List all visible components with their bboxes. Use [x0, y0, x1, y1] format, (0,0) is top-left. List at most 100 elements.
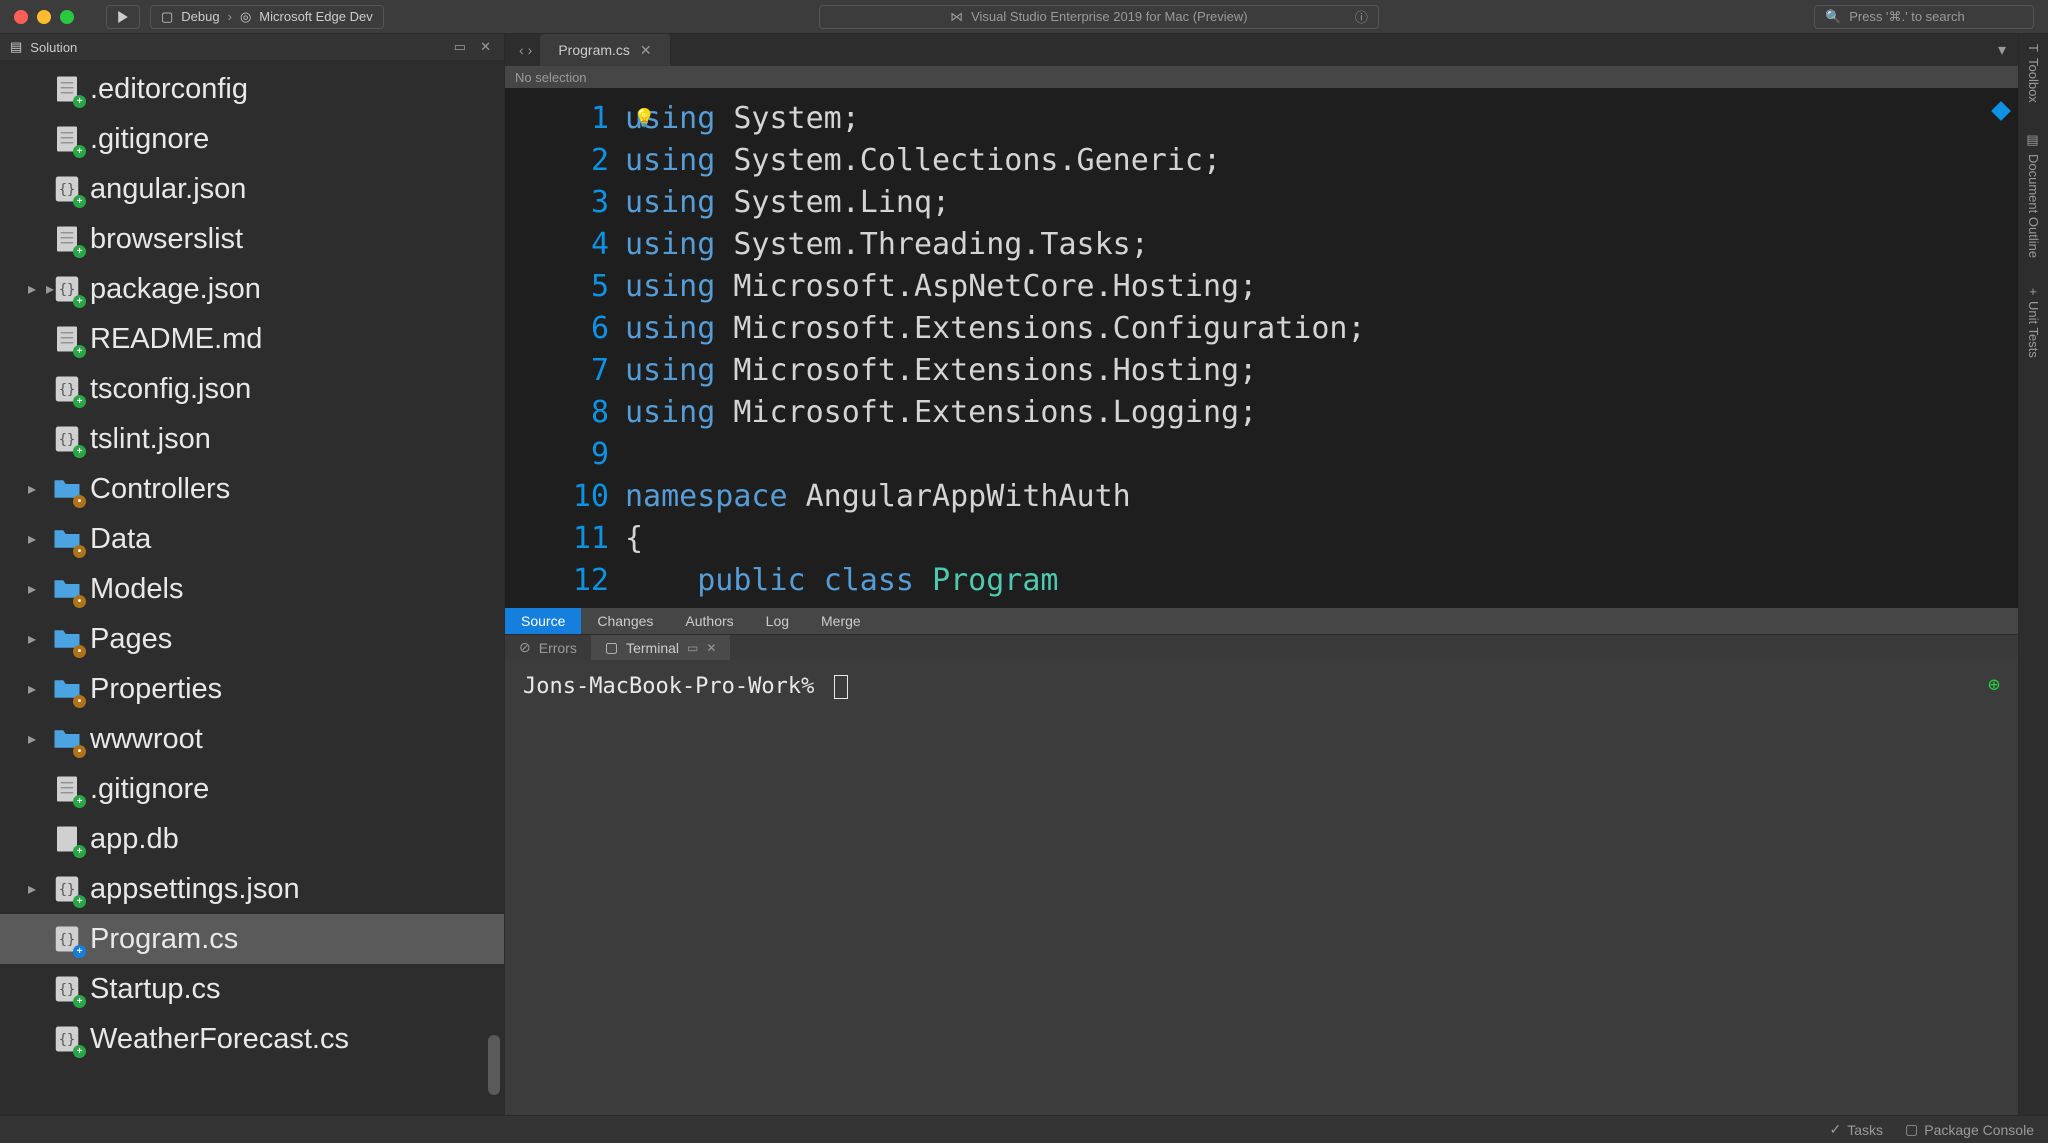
tree-item[interactable]: {}+ Startup.cs: [0, 964, 504, 1014]
run-configuration-selector[interactable]: ▢ Debug › ◎ Microsoft Edge Dev: [150, 5, 384, 29]
solution-icon: ▤: [10, 39, 22, 55]
status-tasks[interactable]: ✓ Tasks: [1829, 1121, 1883, 1138]
nav-forward-button[interactable]: ›: [528, 42, 533, 58]
tree-item[interactable]: {}+WeatherForecast.cs: [0, 1014, 504, 1064]
tree-item[interactable]: +.gitignore: [0, 764, 504, 814]
status-package-console[interactable]: ▢ Package Console: [1905, 1121, 2034, 1138]
tree-item[interactable]: •Properties: [0, 664, 504, 714]
tree-item[interactable]: +.gitignore: [0, 114, 504, 164]
code-line[interactable]: using System.Threading.Tasks;: [625, 224, 2018, 266]
json-icon: {}+: [52, 272, 82, 306]
tree-item-label: Startup.cs: [90, 973, 221, 1006]
tree-item[interactable]: •Controllers: [0, 464, 504, 514]
tree-item[interactable]: {}+ tsconfig.json: [0, 364, 504, 414]
terminal-panel[interactable]: Jons-MacBook-Pro-Work% ⊕: [505, 660, 2018, 1115]
tree-item-label: angular.json: [90, 173, 246, 206]
code-line[interactable]: using System.Linq;: [625, 182, 2018, 224]
vcs-badge-icon: •: [73, 595, 86, 608]
toolbox-icon: T: [2026, 44, 2041, 52]
tool-unit-tests[interactable]: + Unit Tests: [2026, 288, 2041, 358]
check-icon: ✓: [1829, 1121, 1841, 1138]
code-line[interactable]: namespace AngularAppWithAuth: [625, 476, 2018, 518]
code-content[interactable]: using System;using System.Collections.Ge…: [625, 88, 2018, 608]
tree-item[interactable]: {}+Program.cs: [0, 914, 504, 964]
code-editor[interactable]: 💡 123456789101112 using System;using Sys…: [505, 88, 2018, 608]
tree-item[interactable]: •wwwroot: [0, 714, 504, 764]
tree-item[interactable]: •Data: [0, 514, 504, 564]
lower-tab-changes[interactable]: Changes: [581, 608, 669, 634]
svg-text:{}: {}: [59, 382, 76, 398]
right-tool-strip: T Toolbox ▤ Document Outline + Unit Test…: [2018, 34, 2048, 1115]
code-line[interactable]: public class Program: [625, 560, 2018, 602]
tree-item[interactable]: {}+ appsettings.json: [0, 864, 504, 914]
vcs-badge-icon: +: [73, 95, 86, 108]
editor-breadcrumb[interactable]: No selection: [505, 66, 2018, 88]
code-line[interactable]: using Microsoft.Extensions.Logging;: [625, 392, 2018, 434]
tab-errors[interactable]: ⊘ Errors: [505, 635, 591, 660]
editor-tab-program[interactable]: Program.cs ✕: [540, 34, 669, 66]
editor-tab-strip: ‹ › Program.cs ✕ ▾: [505, 34, 2018, 66]
lower-tab-merge[interactable]: Merge: [805, 608, 877, 634]
terminal-autohide-button[interactable]: ▭: [687, 641, 698, 655]
nav-back-button[interactable]: ‹: [519, 42, 524, 58]
panel-close-button[interactable]: ✕: [477, 39, 494, 55]
line-number: 2: [505, 140, 609, 182]
tree-item[interactable]: +.editorconfig: [0, 64, 504, 114]
code-line[interactable]: using Microsoft.Extensions.Hosting;: [625, 350, 2018, 392]
lower-tab-authors[interactable]: Authors: [669, 608, 749, 634]
tab-terminal[interactable]: ▢ Terminal ▭ ✕: [591, 635, 731, 660]
tree-item-label: browserslist: [90, 223, 243, 256]
file-icon: +: [52, 222, 82, 256]
tree-item[interactable]: +browserslist: [0, 214, 504, 264]
vcs-badge-icon: •: [73, 745, 86, 758]
tool-document-outline[interactable]: ▤ Document Outline: [2026, 133, 2041, 258]
vs-icon: ⋈: [950, 9, 963, 25]
titlebar: ▢ Debug › ◎ Microsoft Edge Dev ⋈ Visual …: [0, 0, 2048, 34]
code-line[interactable]: using Microsoft.AspNetCore.Hosting;: [625, 266, 2018, 308]
code-line[interactable]: [625, 434, 2018, 476]
solution-tree[interactable]: +.editorconfig+.gitignore{}+angular.json…: [0, 60, 504, 1115]
tab-close-button[interactable]: ✕: [640, 42, 652, 59]
tree-item-label: tsconfig.json: [90, 373, 251, 406]
terminal-add-button[interactable]: ⊕: [1988, 672, 2000, 696]
lower-tab-log[interactable]: Log: [750, 608, 805, 634]
file-icon: +: [52, 122, 82, 156]
tree-item[interactable]: +app.db: [0, 814, 504, 864]
terminal-cursor: [834, 675, 848, 699]
panel-autohide-button[interactable]: ▭: [451, 39, 469, 55]
vcs-badge-icon: +: [73, 1045, 86, 1058]
tree-item-label: app.db: [90, 823, 179, 856]
zoom-window-button[interactable]: [60, 10, 74, 24]
code-line[interactable]: using Microsoft.Extensions.Configuration…: [625, 308, 2018, 350]
tree-item[interactable]: +README.md: [0, 314, 504, 364]
close-window-button[interactable]: [14, 10, 28, 24]
lightbulb-icon[interactable]: 💡: [633, 98, 655, 140]
lower-tab-source[interactable]: Source: [505, 608, 581, 634]
tree-item[interactable]: {}+angular.json: [0, 164, 504, 214]
code-line[interactable]: using System;: [625, 98, 2018, 140]
tree-item[interactable]: •Pages: [0, 614, 504, 664]
tool-toolbox[interactable]: T Toolbox: [2026, 44, 2041, 103]
vcs-badge-icon: +: [73, 395, 86, 408]
tree-item[interactable]: •Models: [0, 564, 504, 614]
global-search-input[interactable]: 🔍 Press '⌘.' to search: [1814, 5, 2034, 29]
tab-overflow-button[interactable]: ▾: [1986, 34, 2018, 66]
tree-item[interactable]: {}+package.json: [0, 264, 504, 314]
vcs-badge-icon: +: [73, 945, 86, 958]
folder-icon: •: [52, 522, 82, 556]
vcs-badge-icon: +: [73, 345, 86, 358]
run-button[interactable]: [106, 5, 140, 29]
folder-icon: •: [52, 672, 82, 706]
minimize-window-button[interactable]: [37, 10, 51, 24]
tree-item-label: appsettings.json: [90, 873, 300, 906]
code-line[interactable]: using System.Collections.Generic;: [625, 140, 2018, 182]
json-icon: {}+: [52, 972, 82, 1006]
tree-item[interactable]: {}+tslint.json: [0, 414, 504, 464]
svg-text:{}: {}: [59, 882, 76, 898]
code-line[interactable]: {: [625, 518, 2018, 560]
vcs-badge-icon: +: [73, 445, 86, 458]
title-pill[interactable]: ⋈ Visual Studio Enterprise 2019 for Mac …: [819, 5, 1379, 29]
terminal-close-button[interactable]: ✕: [706, 641, 716, 655]
json-icon: {}+: [52, 872, 82, 906]
line-number: 12: [505, 560, 609, 602]
